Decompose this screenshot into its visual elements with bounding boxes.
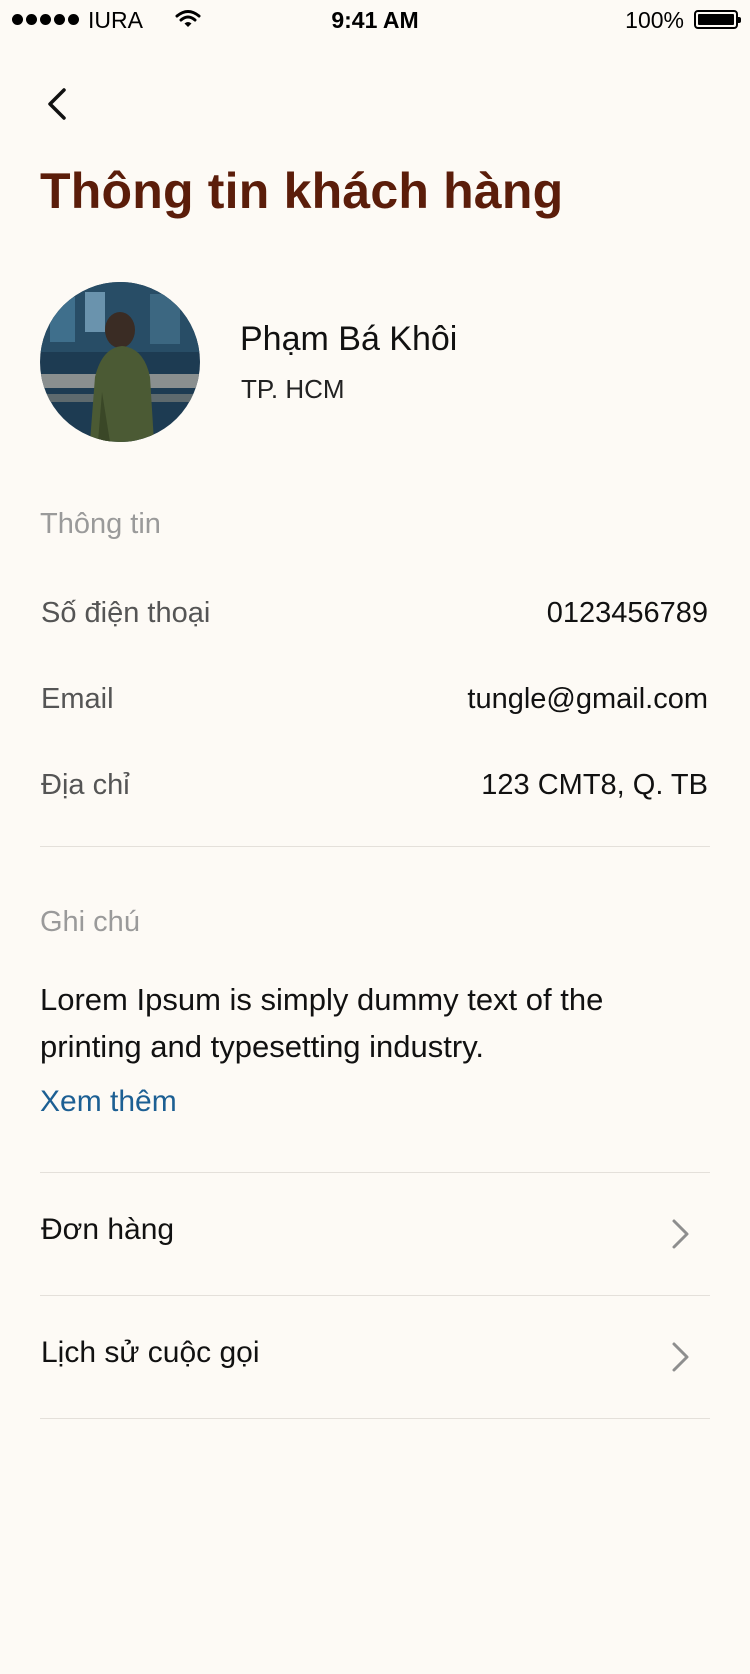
status-bar: IURA 9:41 AM 100% bbox=[0, 0, 750, 40]
orders-label: Đơn hàng bbox=[41, 1213, 175, 1246]
note-text: Lorem Ipsum is simply dummy text of the … bbox=[40, 982, 604, 1064]
battery-icon bbox=[694, 10, 741, 29]
call-history-label: Lịch sử cuộc gọi bbox=[41, 1336, 260, 1369]
back-button[interactable] bbox=[40, 84, 76, 124]
customer-name: Phạm Bá Khôi bbox=[240, 320, 458, 358]
battery-percentage: 100% bbox=[625, 7, 684, 33]
chevron-right-icon bbox=[672, 1342, 689, 1372]
divider bbox=[40, 846, 710, 847]
phone-label: Số điện thoại bbox=[41, 597, 211, 629]
divider bbox=[40, 1418, 710, 1419]
address-value: 123 CMT8, Q. TB bbox=[481, 769, 708, 801]
note-section-label: Ghi chú bbox=[40, 906, 140, 938]
phone-value[interactable]: 0123456789 bbox=[547, 597, 708, 630]
info-section-label: Thông tin bbox=[40, 508, 161, 540]
avatar bbox=[40, 282, 200, 442]
email-value[interactable]: tungle@gmail.com bbox=[467, 683, 708, 716]
see-more-link[interactable]: Xem thêm bbox=[40, 1085, 177, 1119]
page-title: Thông tin khách hàng bbox=[40, 163, 564, 219]
call-history-row[interactable]: Lịch sử cuộc gọi bbox=[40, 1296, 710, 1418]
chevron-right-icon bbox=[672, 1219, 689, 1249]
orders-row[interactable]: Đơn hàng bbox=[40, 1173, 710, 1295]
chevron-left-icon bbox=[48, 88, 66, 120]
email-label: Email bbox=[41, 683, 114, 715]
address-label: Địa chỉ bbox=[41, 769, 130, 801]
customer-location: TP. HCM bbox=[241, 374, 345, 404]
